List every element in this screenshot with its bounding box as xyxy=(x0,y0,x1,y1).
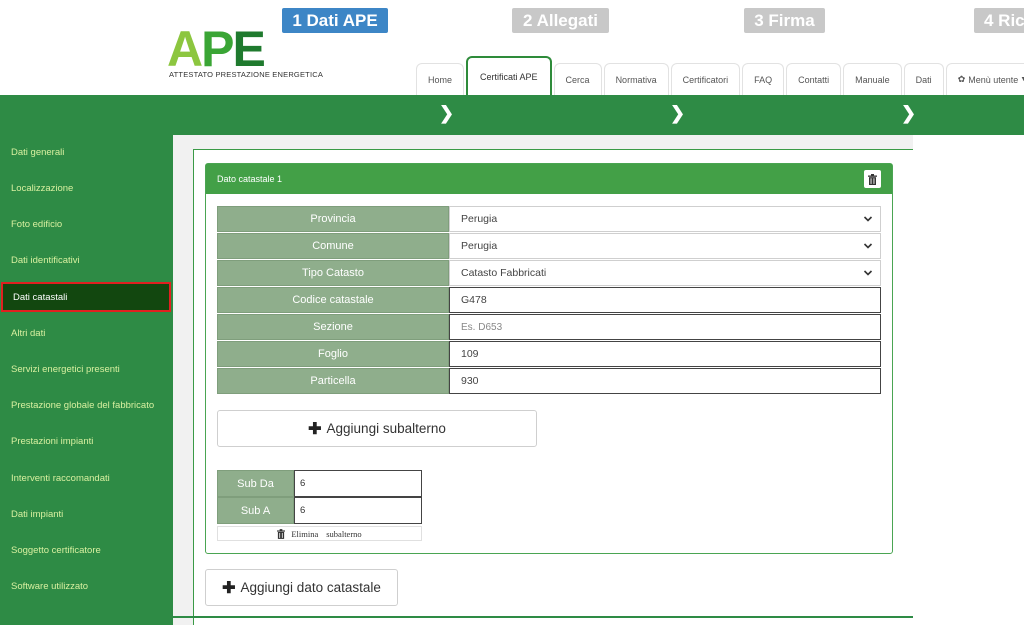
sidebar-item-altri-dati[interactable]: Altri dati xyxy=(0,318,173,348)
add-dato-catastale-label: Aggiungi dato catastale xyxy=(240,580,381,595)
chevron-down-icon xyxy=(863,216,873,222)
wizard-step-ric[interactable]: 4 Ric xyxy=(974,8,1024,33)
field-label: Comune xyxy=(217,233,449,259)
add-subalterno-button[interactable]: ✚ Aggiungi subalterno xyxy=(217,410,537,447)
tab-certificatori[interactable]: Certificatori xyxy=(670,63,741,95)
field-sub-a: Sub A 6 xyxy=(217,497,422,524)
field-label: Particella xyxy=(217,368,449,394)
select-value: Perugia xyxy=(461,213,498,225)
wizard-step-dati-ape[interactable]: 1 Dati APE xyxy=(282,8,388,33)
select-value: Perugia xyxy=(461,240,498,252)
tab-home[interactable]: Home xyxy=(416,63,465,95)
field-sub-da: Sub Da 6 xyxy=(217,470,422,497)
sub-da-input[interactable]: 6 xyxy=(294,470,422,497)
trash-icon xyxy=(277,528,286,539)
field-label: Foglio xyxy=(217,341,449,367)
field-label: Sub A xyxy=(217,497,294,524)
user-menu-label: Menù utente xyxy=(968,74,1019,85)
elimina-subalterno-button[interactable]: Elimina subalterno xyxy=(217,526,422,541)
field-provincia: Provincia Perugia xyxy=(217,206,881,233)
tab-faq[interactable]: FAQ xyxy=(742,63,785,95)
sidebar-item-localizzazione[interactable]: Localizzazione xyxy=(0,173,173,203)
field-label: Provincia xyxy=(217,206,449,232)
subalterno-word: subalterno xyxy=(326,528,362,539)
tipo-catasto-select[interactable]: Catasto Fabbricati xyxy=(449,260,881,286)
bottom-divider xyxy=(173,616,913,618)
particella-input[interactable]: 930 xyxy=(449,368,881,394)
app-window: APE ATTESTATO PRESTAZIONE ENERGETICA Hom… xyxy=(0,0,1024,625)
field-codice-catastale: Codice catastale G478 xyxy=(217,287,881,314)
sub-a-input[interactable]: 6 xyxy=(294,497,422,524)
sidebar-item-dati-impianti[interactable]: Dati impianti xyxy=(0,499,173,529)
sidebar-item-interventi-raccomandati[interactable]: Interventi raccomandati xyxy=(0,463,173,493)
sidebar-item-prestazioni-impianti[interactable]: Prestazioni impianti xyxy=(0,426,173,456)
add-dato-catastale-button[interactable]: ✚ Aggiungi dato catastale xyxy=(205,569,398,606)
select-value: Catasto Fabbricati xyxy=(461,267,547,279)
field-sezione: Sezione Es. D653 xyxy=(217,314,881,341)
sidebar-item-dati-identificativi[interactable]: Dati identificativi xyxy=(0,245,173,275)
add-subalterno-label: Aggiungi subalterno xyxy=(326,421,446,436)
tab-manuale[interactable]: Manuale xyxy=(843,63,902,95)
logo-subtitle: ATTESTATO PRESTAZIONE ENERGETICA xyxy=(169,70,324,79)
field-tipo-catasto: Tipo Catasto Catasto Fabbricati xyxy=(217,260,881,287)
wizard-step-firma[interactable]: 3 Firma xyxy=(744,8,825,33)
top-navigation: Home Certificati APE Cerca Normativa Cer… xyxy=(416,56,1024,95)
comune-select[interactable]: Perugia xyxy=(449,233,881,259)
dato-catastale-card: Dato catastale 1 Provincia Perugia Comun… xyxy=(205,163,893,554)
chevron-down-icon xyxy=(863,243,873,249)
delete-dato-button[interactable] xyxy=(864,170,881,188)
foglio-input[interactable]: 109 xyxy=(449,341,881,367)
sidebar-item-dati-generali[interactable]: Dati generali xyxy=(0,137,173,167)
logo-letters: APE xyxy=(167,21,266,77)
chevron-down-icon xyxy=(863,270,873,276)
ape-logo[interactable]: APE ATTESTATO PRESTAZIONE ENERGETICA xyxy=(167,21,323,86)
codice-catastale-input[interactable]: G478 xyxy=(449,287,881,313)
card-header: Dato catastale 1 xyxy=(206,164,892,194)
tab-dati[interactable]: Dati xyxy=(903,63,944,95)
wizard-step-allegati[interactable]: 2 Allegati xyxy=(512,8,609,33)
elimina-word: Elimina xyxy=(291,528,319,539)
tab-cerca[interactable]: Cerca xyxy=(553,63,602,95)
plus-icon: ✚ xyxy=(308,420,322,438)
plus-icon: ✚ xyxy=(222,579,236,597)
user-menu-tab[interactable]: ✿ Menù utente ▼ xyxy=(945,63,1024,95)
field-label: Tipo Catasto xyxy=(217,260,449,286)
field-foglio: Foglio 109 xyxy=(217,341,881,368)
sidebar-item-soggetto-certificatore[interactable]: Soggetto certificatore xyxy=(0,535,173,565)
sidebar-item-servizi-energetici[interactable]: Servizi energetici presenti xyxy=(0,354,173,384)
sezione-input[interactable]: Es. D653 xyxy=(449,314,881,340)
tab-contatti[interactable]: Contatti xyxy=(786,63,842,95)
trash-icon xyxy=(868,173,877,185)
sidebar-item-software-utilizzato[interactable]: Software utilizzato xyxy=(0,571,173,601)
tab-certificati-ape[interactable]: Certificati APE xyxy=(466,56,552,95)
caret-down-icon: ▼ xyxy=(1020,76,1024,83)
tab-normativa[interactable]: Normativa xyxy=(603,63,669,95)
provincia-select[interactable]: Perugia xyxy=(449,206,881,232)
chevron-right-icon: ❯ xyxy=(901,103,917,123)
sidebar: Dati generali Localizzazione Foto edific… xyxy=(0,135,173,625)
field-label: Sezione xyxy=(217,314,449,340)
chevron-right-icon: ❯ xyxy=(439,103,455,123)
field-comune: Comune Perugia xyxy=(217,233,881,260)
field-label: Sub Da xyxy=(217,470,294,497)
sidebar-item-prestazione-globale[interactable]: Prestazione globale del fabbricato xyxy=(0,390,173,420)
wizard-band xyxy=(0,95,1024,135)
field-label: Codice catastale xyxy=(217,287,449,313)
chevron-right-icon: ❯ xyxy=(670,103,686,123)
gear-icon: ✿ xyxy=(957,74,966,84)
field-particella: Particella 930 xyxy=(217,368,881,395)
card-title: Dato catastale 1 xyxy=(217,174,283,184)
sidebar-item-dati-catastali[interactable]: Dati catastali xyxy=(1,282,171,312)
sidebar-item-foto-edificio[interactable]: Foto edificio xyxy=(0,209,173,239)
